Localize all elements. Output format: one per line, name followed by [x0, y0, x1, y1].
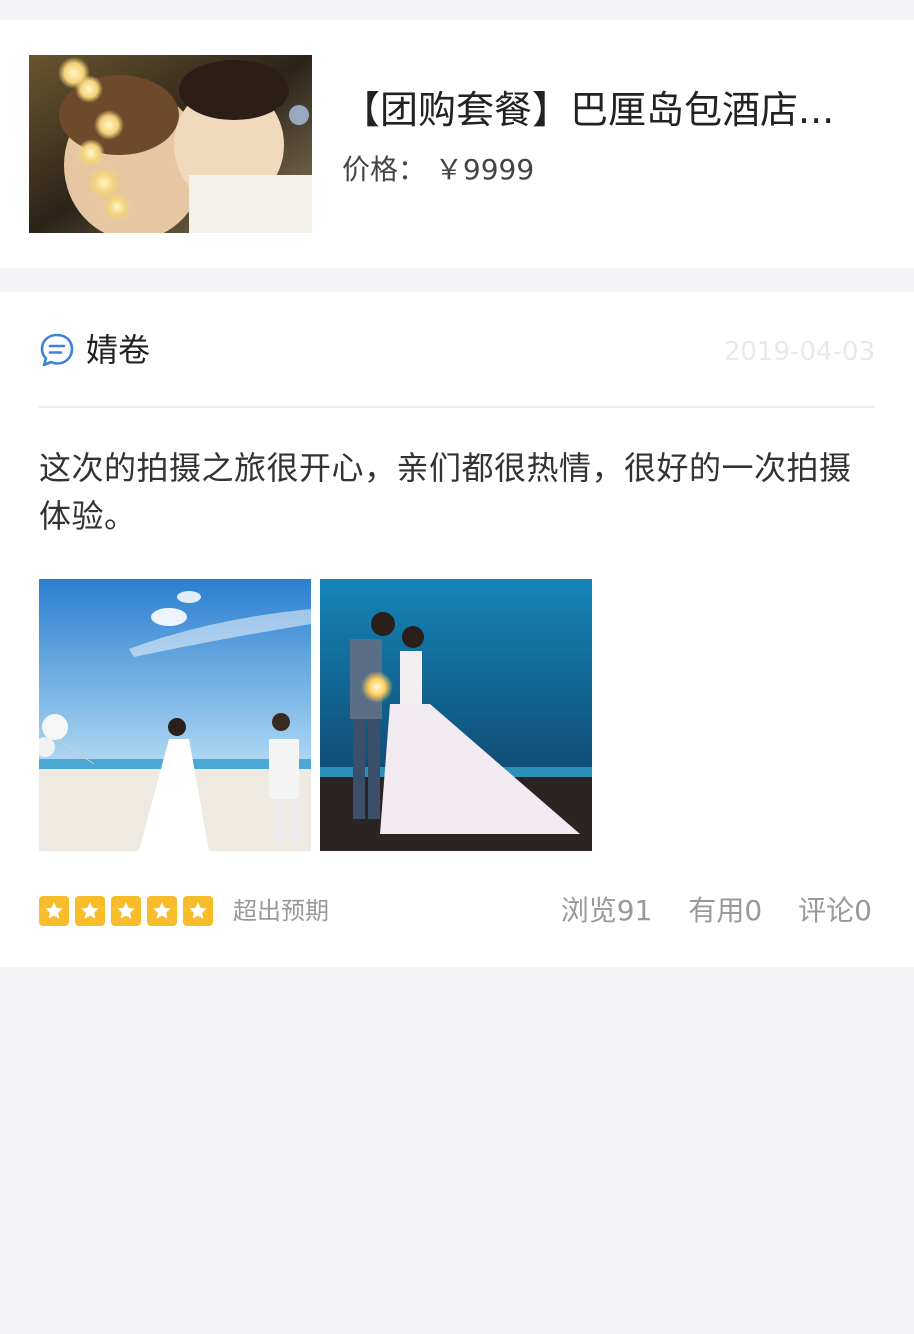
review-photo-night[interactable]: [320, 579, 592, 851]
review-header: 婧卷 2019-04-03: [39, 292, 875, 408]
comments-button[interactable]: 评论0: [798, 891, 872, 931]
review-card: 婧卷 2019-04-03 这次的拍摄之旅很开心，亲们都很热情，很好的一次拍摄体…: [0, 292, 914, 967]
review-text: 这次的拍摄之旅很开心，亲们都很热情，很好的一次拍摄体验。: [39, 449, 852, 535]
review-photo-beach[interactable]: [39, 579, 311, 851]
price-value: ￥9999: [434, 153, 535, 186]
product-card[interactable]: 【团购套餐】巴厘岛包酒店... 价格： ￥9999: [0, 20, 914, 268]
review-date: 2019-04-03: [723, 337, 875, 367]
star-icon: [39, 896, 69, 926]
star-icon: [75, 896, 105, 926]
username[interactable]: 婧卷: [86, 328, 150, 372]
useful-button[interactable]: 有用0: [688, 891, 762, 931]
star-icon: [147, 896, 177, 926]
product-price: 价格： ￥9999: [342, 152, 534, 188]
product-title[interactable]: 【团购套餐】巴厘岛包酒店...: [342, 86, 882, 134]
views-count: 浏览91: [560, 894, 653, 927]
star-icon: [183, 896, 213, 926]
rating-row: 超出预期: [39, 893, 329, 929]
review-stats: 浏览91 有用0 评论0: [561, 891, 872, 931]
comment-icon: [39, 332, 75, 368]
price-label: 价格：: [342, 153, 427, 186]
rating-label: 超出预期: [233, 897, 329, 925]
star-icon: [111, 896, 141, 926]
product-thumbnail[interactable]: [29, 55, 312, 233]
